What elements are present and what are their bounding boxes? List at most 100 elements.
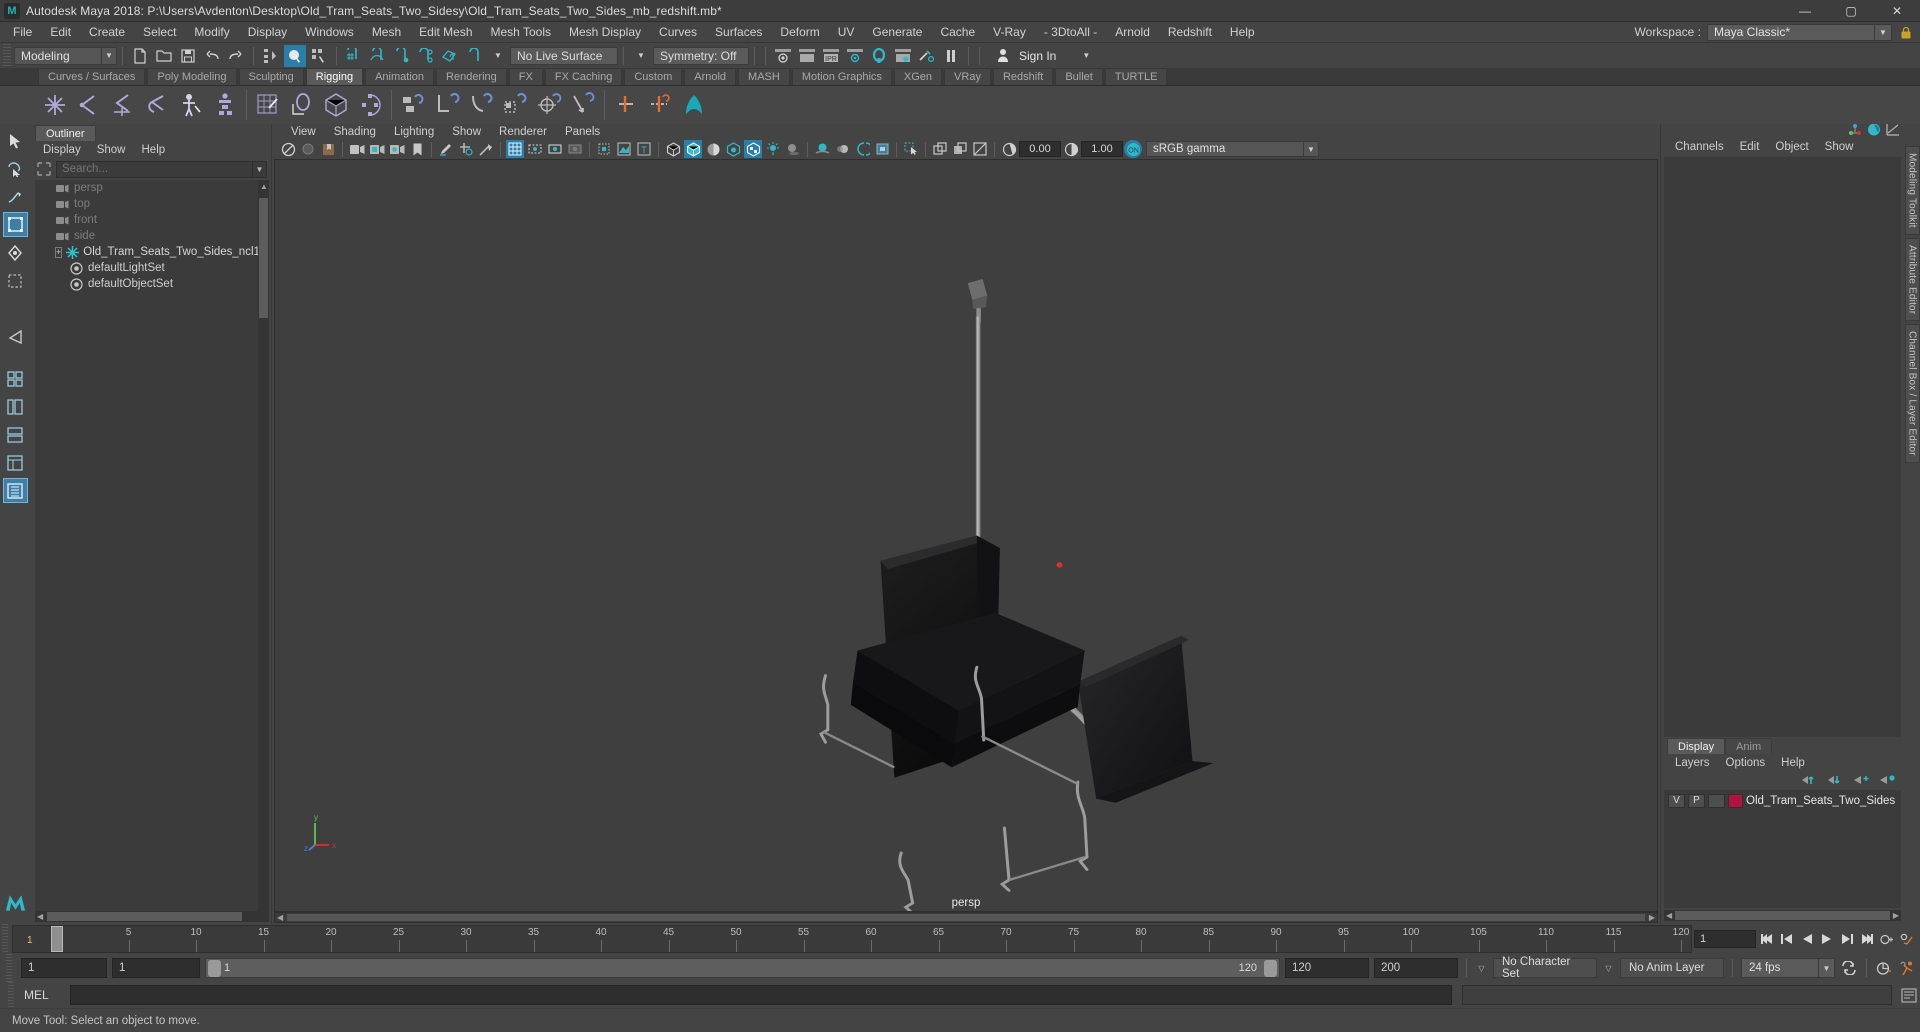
- menu-surfaces[interactable]: Surfaces: [706, 22, 771, 42]
- chevron-down-icon[interactable]: ▼: [101, 46, 117, 65]
- shelf-tab-animation[interactable]: Animation: [365, 68, 435, 85]
- new-scene-button[interactable]: [129, 45, 151, 67]
- exposure-field[interactable]: 0.00: [1019, 141, 1061, 158]
- chevron-down-icon[interactable]: ▼: [487, 45, 509, 67]
- layer-help-menu[interactable]: Help: [1773, 757, 1813, 769]
- sign-in-label[interactable]: Sign In: [1019, 49, 1056, 63]
- range-slider-track[interactable]: 1 120: [205, 958, 1280, 978]
- bookmark-icon[interactable]: [319, 140, 337, 158]
- scrollbar-thumb[interactable]: [47, 912, 242, 921]
- snapshot-view-icon[interactable]: [971, 140, 989, 158]
- textured-shading-icon[interactable]: [744, 140, 762, 159]
- select-by-component-type-button[interactable]: [308, 45, 330, 67]
- ik-handle-icon[interactable]: [140, 88, 174, 122]
- point-constraint-icon[interactable]: [430, 88, 464, 122]
- auto-key-icon[interactable]: [1878, 930, 1896, 948]
- create-joint-icon[interactable]: [38, 88, 72, 122]
- render-settings-button[interactable]: [844, 45, 866, 67]
- tab-outliner[interactable]: Outliner: [35, 125, 96, 141]
- multisample-aa-icon[interactable]: [853, 140, 871, 158]
- scroll-right-icon[interactable]: ▶: [1893, 911, 1899, 920]
- options-menu[interactable]: Options: [1718, 757, 1774, 769]
- menu-edit-mesh[interactable]: Edit Mesh: [410, 22, 481, 42]
- viewport-horizontal-scrollbar[interactable]: ◀ ▶: [274, 911, 1658, 923]
- shelf-tab-xgen[interactable]: XGen: [893, 68, 943, 85]
- undo-button[interactable]: [201, 45, 223, 67]
- scroll-left-icon[interactable]: ◀: [1666, 911, 1672, 920]
- use-default-material-icon[interactable]: [724, 140, 742, 158]
- wireframe-shading-icon[interactable]: [664, 140, 682, 158]
- character-set-dropdown-icon[interactable]: ▽: [1475, 964, 1488, 973]
- smooth-skin-icon[interactable]: [285, 88, 319, 122]
- anim-layer-field[interactable]: No Anim Layer: [1620, 958, 1724, 978]
- shelf-tab-sculpting[interactable]: Sculpting: [238, 68, 304, 85]
- scrollbar-thumb[interactable]: [259, 198, 268, 318]
- close-button[interactable]: ✕: [1874, 0, 1920, 22]
- redo-render-button[interactable]: [796, 45, 818, 67]
- viewport-menu-view[interactable]: View: [282, 126, 325, 138]
- viewport-menu-show[interactable]: Show: [443, 126, 490, 138]
- gate-mask-icon[interactable]: [566, 140, 584, 158]
- layer-color-swatch[interactable]: [1728, 793, 1743, 808]
- aim-constraint-icon[interactable]: [532, 88, 566, 122]
- shelf-tab-redshift[interactable]: Redshift: [992, 68, 1054, 85]
- rotate-tool[interactable]: [3, 240, 28, 265]
- list-item[interactable]: top: [35, 196, 269, 212]
- render-view-button[interactable]: [892, 45, 914, 67]
- outliner-menu-help[interactable]: Help: [134, 144, 174, 156]
- range-start-field[interactable]: 1: [21, 958, 107, 978]
- menu-help[interactable]: Help: [1221, 22, 1264, 42]
- shelf-tab-fx-caching[interactable]: FX Caching: [544, 68, 623, 85]
- range-end-field[interactable]: 120: [1285, 958, 1369, 978]
- shelf-tab-bullet[interactable]: Bullet: [1055, 68, 1103, 85]
- text-toggle-icon[interactable]: T: [635, 140, 653, 158]
- workspace-select[interactable]: Maya Classic*: [1707, 23, 1875, 41]
- show-manipulator-icon[interactable]: [1848, 123, 1862, 139]
- tab-attribute-editor[interactable]: Attribute Editor: [1904, 237, 1920, 322]
- live-surface-field[interactable]: No Live Surface: [510, 46, 618, 65]
- color-profile-select[interactable]: sRGB gamma: [1146, 141, 1304, 158]
- chevron-down-icon[interactable]: ▼: [630, 45, 652, 67]
- chevron-down-icon[interactable]: ▼: [1082, 51, 1090, 60]
- duplicate-view-icon[interactable]: [931, 140, 949, 158]
- set-preferred-angle-icon[interactable]: [609, 88, 643, 122]
- channel-box-toggle-icon[interactable]: [1867, 123, 1881, 139]
- redo-button[interactable]: [225, 45, 247, 67]
- scrollbar-thumb[interactable]: [1675, 911, 1890, 920]
- go-to-start-icon[interactable]: [1758, 930, 1776, 948]
- shelf-tab-rigging[interactable]: Rigging: [305, 68, 364, 85]
- list-item[interactable]: side: [35, 228, 269, 244]
- snap-to-projected-center-button[interactable]: [415, 45, 437, 67]
- layers-menu[interactable]: Layers: [1667, 757, 1718, 769]
- step-back-icon[interactable]: [1778, 930, 1796, 948]
- channels-menu[interactable]: Channels: [1667, 141, 1732, 153]
- outliner-tree[interactable]: persp top front side + Old_Tram_Seats_Tw…: [35, 180, 269, 911]
- menu-cache[interactable]: Cache: [931, 22, 984, 42]
- render-setup-button[interactable]: [916, 45, 938, 67]
- current-frame-field[interactable]: 1: [1694, 930, 1756, 948]
- display-layer-list[interactable]: V P Old_Tram_Seats_Two_Sides: [1664, 790, 1901, 908]
- use-all-lights-icon[interactable]: [764, 140, 782, 158]
- shelf-tab-arnold[interactable]: Arnold: [684, 68, 737, 85]
- anim-start-field[interactable]: 1: [112, 958, 200, 978]
- select-by-object-type-button[interactable]: [284, 44, 306, 67]
- time-slider[interactable]: 1 5 10 15 20 25 30 35 40 45 50 55 60 65 70 75 80 85 90 95 1…: [12, 925, 1692, 953]
- shelf-tab-custom[interactable]: Custom: [624, 68, 683, 85]
- menu-mesh-tools[interactable]: Mesh Tools: [482, 22, 560, 42]
- select-camera-icon[interactable]: [279, 140, 297, 158]
- make-live-button[interactable]: [463, 45, 485, 67]
- chevron-down-icon[interactable]: ▼: [1303, 141, 1319, 158]
- exposure-icon[interactable]: [1000, 140, 1018, 158]
- toolbar-grip[interactable]: [3, 43, 11, 68]
- menu-redshift[interactable]: Redshift: [1159, 22, 1221, 42]
- channel-box-content[interactable]: [1664, 157, 1901, 737]
- time-cursor[interactable]: [51, 926, 63, 952]
- hypershade-button[interactable]: [868, 45, 890, 67]
- anim-layer-dropdown-icon[interactable]: ▽: [1602, 964, 1615, 973]
- viewport-menu-shading[interactable]: Shading: [325, 126, 385, 138]
- persp-only-layout-button[interactable]: [2, 478, 28, 503]
- shelf-tab-fx[interactable]: FX: [508, 68, 543, 85]
- menu-create[interactable]: Create: [80, 22, 134, 42]
- object-menu[interactable]: Object: [1767, 141, 1816, 153]
- menu-windows[interactable]: Windows: [296, 22, 363, 42]
